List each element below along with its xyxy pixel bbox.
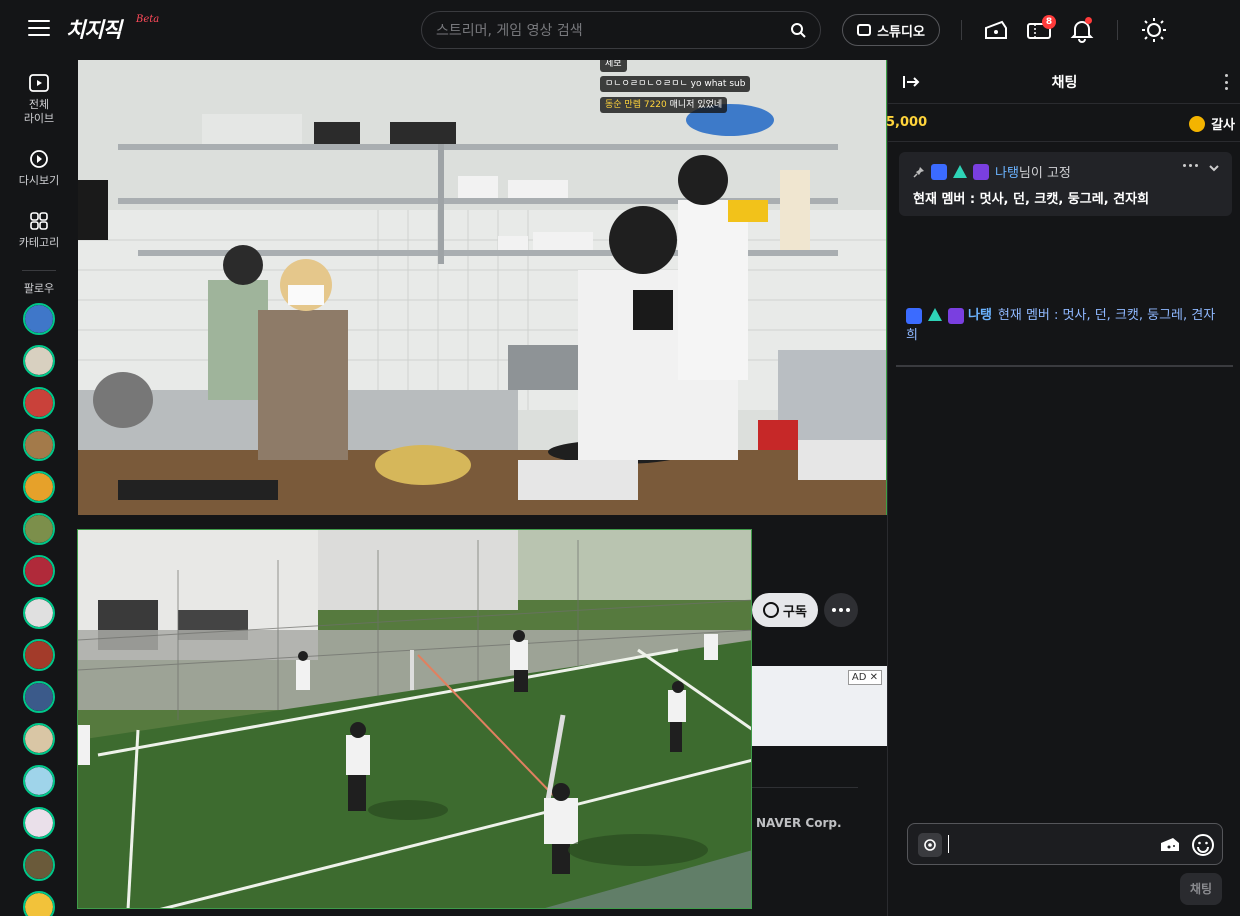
- avatar[interactable]: [23, 639, 55, 671]
- avatar[interactable]: [23, 849, 55, 881]
- rocket-badge-icon: [931, 163, 947, 180]
- donation-amount: 5,000: [886, 115, 928, 130]
- app-root: 치지직 Beta 스튜디오 8 전체 라이브 다시보기: [0, 0, 1240, 916]
- footer-company: NAVER Corp.: [756, 816, 842, 830]
- donation-user: 갈사: [1189, 114, 1235, 133]
- replay-icon: [30, 150, 48, 168]
- studio-label: 스튜디오: [877, 24, 925, 40]
- logo-beta-label: Beta: [136, 14, 160, 25]
- logo[interactable]: 치지직: [66, 14, 122, 44]
- triangle-badge-icon: [953, 165, 967, 178]
- video-gap: [78, 515, 887, 529]
- subscriber-badge-icon: [973, 163, 989, 180]
- ad-tag[interactable]: AD ✕: [847, 670, 882, 685]
- nav-replay[interactable]: 다시보기: [0, 148, 78, 188]
- chat-title: 채팅: [1051, 75, 1078, 91]
- studio-icon: [857, 24, 872, 36]
- chat-panel: 채팅 5,000 갈사 나탱님이 고정 현재 멤버 : 멋사, 던, 크캣, 둥…: [886, 60, 1240, 916]
- pip-video-player[interactable]: [77, 529, 752, 909]
- avatar[interactable]: [23, 303, 55, 335]
- ticket-badge: 8: [1042, 15, 1056, 29]
- avatar[interactable]: [23, 429, 55, 461]
- nav-label: 전체: [28, 98, 50, 111]
- menu-icon[interactable]: [28, 20, 50, 38]
- plus-circle-icon: [763, 602, 780, 618]
- chevron-down-icon[interactable]: [1208, 162, 1220, 174]
- overlay-chat-line: 동순 만렙 7220 매니저 있었네: [600, 97, 728, 113]
- search-input[interactable]: [436, 20, 776, 42]
- pinned-header: 나탱님이 고정: [913, 162, 1071, 181]
- chat-menu-icon[interactable]: [1225, 74, 1229, 90]
- avatar[interactable]: [23, 681, 55, 713]
- avatar[interactable]: [23, 891, 55, 916]
- avatar[interactable]: [23, 555, 55, 587]
- follow-label: 팔로우: [23, 282, 55, 295]
- cheese-donate-icon[interactable]: [1160, 836, 1180, 852]
- pinned-more-icon[interactable]: [1183, 164, 1198, 167]
- subscribe-button[interactable]: 구독: [752, 593, 818, 627]
- nav-label: 라이브: [23, 112, 55, 125]
- studio-button[interactable]: 스튜디오: [842, 14, 940, 46]
- overlay-chat-text: 매니저 있었네: [669, 100, 723, 110]
- nav-divider: [22, 270, 56, 271]
- ad-label: AD: [851, 672, 867, 683]
- text-caret: [948, 835, 949, 853]
- user-badges: [906, 307, 964, 324]
- main-video-player[interactable]: 제보 ㅁㄴㅇㄹㅁㄴㅇㄹㅁㄴ yo what sub 동순 만렙 7220 매니저…: [78, 60, 887, 515]
- pinned-message[interactable]: 나탱님이 고정 현재 멤버 : 멋사, 던, 크캣, 둥그레, 견자희: [899, 152, 1232, 216]
- cheese-icon[interactable]: [982, 16, 1010, 44]
- triangle-badge-icon: [928, 307, 942, 321]
- emoji-icon[interactable]: [1191, 833, 1215, 857]
- donation-ranking[interactable]: 5,000 갈사: [886, 104, 1240, 142]
- rocket-badge-icon: [906, 307, 922, 324]
- left-nav: 전체 라이브 다시보기 카테고리 팔로우: [0, 60, 78, 916]
- donation-user-name: 갈사: [1211, 118, 1235, 133]
- more-options-button[interactable]: [824, 593, 858, 627]
- pin-icon: [913, 166, 924, 178]
- avatar[interactable]: [23, 723, 55, 755]
- nav-label: 카테고리: [18, 236, 60, 249]
- pinned-message-text: 현재 멤버 : 멋사, 던, 크캣, 둥그레, 견자희: [913, 192, 1150, 207]
- header-divider: [961, 20, 962, 40]
- header-divider: [1117, 20, 1118, 40]
- nav-all-live[interactable]: 전체 라이브: [0, 72, 78, 126]
- overlay-chat-user: 동순 만렙 7220: [605, 100, 667, 110]
- theme-sun-icon[interactable]: [1140, 16, 1168, 44]
- search-icon[interactable]: [790, 22, 806, 38]
- nav-category[interactable]: 카테고리: [0, 210, 78, 250]
- category-grid-icon: [30, 212, 48, 230]
- pinned-suffix: 님이 고정: [1018, 166, 1071, 181]
- gear-icon[interactable]: [918, 833, 942, 857]
- avatar[interactable]: [23, 471, 55, 503]
- court-scene: [78, 530, 751, 908]
- avatar[interactable]: [23, 597, 55, 629]
- chat-input-box[interactable]: [907, 823, 1223, 865]
- overlay-chat-line: 제보: [600, 60, 627, 72]
- chat-header: 채팅: [888, 60, 1240, 104]
- ad-banner[interactable]: AD ✕: [752, 666, 888, 746]
- live-icon: [29, 74, 49, 92]
- subscriber-badge-icon: [948, 307, 964, 324]
- kitchen-scene: [78, 60, 887, 515]
- avatar[interactable]: [23, 345, 55, 377]
- footer-divider: [752, 787, 858, 788]
- notification-dot: [1085, 17, 1092, 24]
- top-header: 치지직 Beta 스튜디오 8: [0, 0, 1240, 60]
- overlay-chat-line: ㅁㄴㅇㄹㅁㄴㅇㄹㅁㄴ yo what sub: [600, 76, 751, 92]
- pinned-by-user: 나탱: [995, 166, 1019, 181]
- avatar[interactable]: [23, 387, 55, 419]
- search-bar: [421, 11, 821, 49]
- send-chat-button[interactable]: 채팅: [1180, 873, 1222, 905]
- subscribe-label: 구독: [783, 604, 807, 620]
- avatar[interactable]: [23, 765, 55, 797]
- avatar[interactable]: [23, 807, 55, 839]
- avatar[interactable]: [23, 513, 55, 545]
- chat-message[interactable]: 나탱 현재 멤버 : 멋사, 던, 크캣, 둥그레, 견자희: [906, 306, 1226, 346]
- chat-divider: [896, 365, 1233, 367]
- nav-label: 다시보기: [18, 174, 60, 187]
- chat-user-name[interactable]: 나탱: [968, 308, 992, 323]
- medal-icon: [1189, 115, 1206, 132]
